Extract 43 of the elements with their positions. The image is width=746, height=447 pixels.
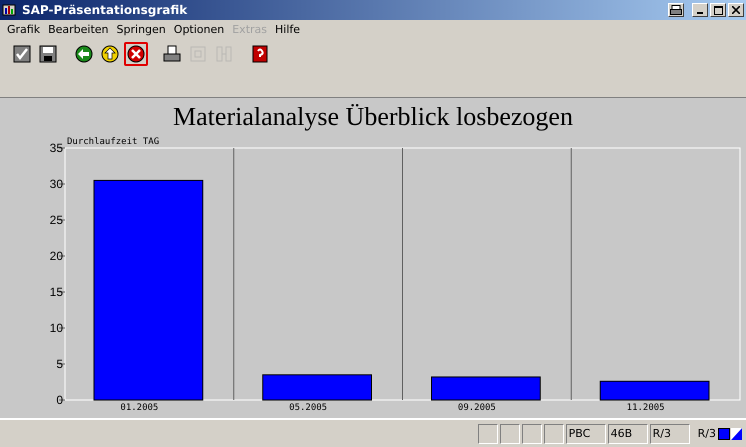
y-tick-label: 20 (50, 249, 63, 263)
help-book-icon (251, 45, 269, 63)
x-tick-label: 11.2005 (626, 403, 665, 413)
menu-item[interactable]: Bearbeiten (44, 23, 113, 36)
x-tick-label: 09.2005 (458, 403, 496, 413)
maximize-button[interactable] (710, 3, 726, 17)
y-tick-label: 10 (50, 321, 63, 335)
y-axis-label: Durchlaufzeit TAG (67, 137, 160, 147)
x-tick-label: 01.2005 (120, 403, 158, 413)
status-field (522, 424, 542, 444)
checkmark-icon (13, 45, 31, 63)
app-icon (2, 2, 18, 18)
system-label: R/3 (698, 427, 716, 440)
status-field: 46B (608, 424, 648, 444)
close-button[interactable] (728, 3, 744, 17)
y-tick-label: 30 (50, 177, 63, 191)
y-tick-label: 25 (50, 213, 63, 227)
status-field: R/3 (650, 424, 690, 444)
save-icon (39, 45, 57, 63)
menu-item[interactable]: Hilfe (271, 23, 304, 36)
printer-icon (163, 45, 181, 63)
y-tick-label: 0 (56, 393, 63, 407)
y-tick-label: 35 (50, 141, 63, 155)
cancel-icon (127, 45, 145, 63)
status-field: PBC (566, 424, 606, 444)
status-field (500, 424, 520, 444)
menu-item[interactable]: Grafik (3, 23, 44, 36)
maximize-icon (714, 6, 722, 14)
menu-item[interactable]: Springen (112, 23, 170, 36)
close-icon (732, 6, 740, 14)
status-field (544, 424, 564, 444)
minimize-button[interactable] (692, 3, 708, 17)
status-field (478, 424, 498, 444)
y-tick-label: 5 (56, 357, 63, 371)
status-icon (718, 428, 742, 440)
menu-item[interactable]: Optionen (170, 23, 228, 36)
chart-title: Materialanalyse Überblick losbezogen (173, 102, 573, 131)
printer-icon (670, 5, 682, 15)
print-button[interactable] (668, 3, 684, 17)
window-title: SAP-Präsentationsgrafik (22, 3, 188, 17)
y-tick-label: 15 (50, 285, 63, 299)
toolbar-button[interactable] (124, 42, 148, 66)
x-tick-label: 05.2005 (289, 403, 328, 413)
